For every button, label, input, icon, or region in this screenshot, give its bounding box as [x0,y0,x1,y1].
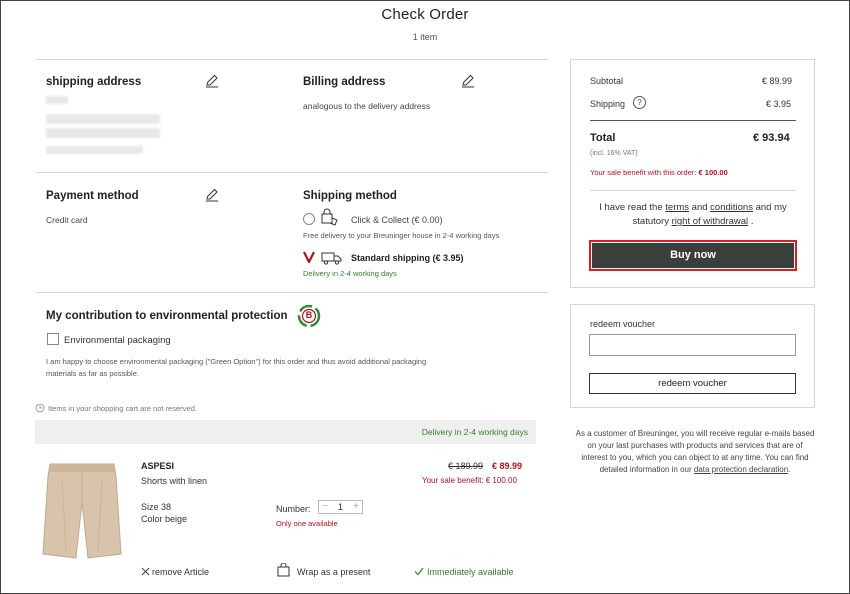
sale-benefit-label: Your sale benefit with this order: [590,168,697,177]
cart-note: Items in your shopping cart are not rese… [48,404,197,413]
product-name[interactable]: Shorts with linen [141,476,207,486]
address-blurred [46,96,68,104]
terms-text-part: statutory [632,216,669,227]
click-collect-radio[interactable] [303,213,315,225]
redeem-voucher-button[interactable]: redeem voucher [589,373,796,394]
divider [35,59,548,60]
divider [35,172,548,173]
billing-address-text: analogous to the delivery address [303,101,431,111]
shipping-address-title: shipping address [46,76,142,88]
edit-payment-icon[interactable] [205,188,219,202]
shipping-label: Shipping [590,99,626,109]
delivery-bar-text: Delivery in 2-4 working days [421,427,528,437]
delivery-truck-icon [321,252,342,265]
standard-shipping-note: Delivery in 2-4 working days [303,269,397,278]
clock-icon [35,403,45,413]
address-blurred [46,146,143,154]
voucher-label: redeem voucher [590,319,656,329]
total-label: Total [590,132,616,144]
delivery-bar: Delivery in 2-4 working days [35,420,536,444]
quantity-stepper[interactable]: − 1 + [318,500,363,514]
remove-article-button[interactable]: remove Article [152,567,209,577]
environment-description-2: materials as far as possible. [46,369,139,378]
shipping-help-icon[interactable]: ? [633,96,646,109]
terms-text-part: and [691,202,708,213]
subtotal-value: € 89.99 [762,76,793,86]
billing-address-title: Billing address [303,76,386,88]
buy-now-button[interactable]: Buy now [592,243,794,268]
summary-divider [590,190,796,191]
product-color: Color beige [141,514,188,524]
terms-text-part: . [750,216,754,227]
total-value: € 93.94 [753,132,790,144]
product-brand: ASPESI [141,461,175,471]
address-blurred [46,128,160,138]
edit-billing-address-icon[interactable] [461,74,475,88]
subtotal-label: Subtotal [590,76,624,86]
environment-description-1: I am happy to choose environmental packa… [46,357,427,366]
wrap-present-button[interactable]: Wrap as a present [297,567,370,577]
payment-method-title: Payment method [46,190,139,202]
sale-benefit-value: € 100.00 [698,168,728,177]
quantity-value: 1 [337,502,343,512]
page-title: Check Order [381,6,469,23]
product-benefit: Your sale benefit: € 100.00 [422,476,517,485]
terms-text: I have read the terms and conditions and… [582,201,804,229]
quantity-label: Number: [276,504,311,514]
shipping-method-title: Shipping method [303,190,397,202]
environment-title: My contribution to environmental protect… [46,310,288,322]
product-price: € 89.99 [492,461,523,471]
address-blurred [46,114,160,124]
payment-method-value: Credit card [46,215,88,225]
product-size: Size 38 [141,502,172,512]
product-old-price: € 189.99 [448,461,484,471]
only-one-available: Only one available [276,519,338,528]
remove-x-icon[interactable] [141,567,150,576]
click-collect-icon [321,208,338,226]
sale-benefit: Your sale benefit with this order: € 100… [590,168,728,177]
gift-bag-icon[interactable] [277,563,290,577]
quantity-decrease-button[interactable]: − [319,500,331,514]
vat-note: (incl. 16% VAT) [590,150,638,157]
edit-shipping-address-icon[interactable] [205,74,219,88]
standard-shipping-label[interactable]: Standard shipping (€ 3.95) [351,253,464,263]
environmental-packaging-checkbox[interactable] [47,333,59,345]
terms-text-part: and my [755,202,787,213]
check-icon [414,567,424,576]
click-collect-note: Free delivery to your Breuninger house i… [303,231,500,240]
conditions-link[interactable]: conditions [710,202,753,213]
item-count: 1 item [412,32,438,42]
click-collect-label[interactable]: Click & Collect (€ 0.00) [351,215,443,225]
shipping-value: € 3.95 [766,99,792,109]
quantity-increase-button[interactable]: + [350,500,362,514]
summary-divider [590,120,796,121]
recycle-badge-letter: B [305,310,313,320]
withdrawal-link[interactable]: right of withdrawal [672,216,749,227]
newsletter-info: As a customer of Breuninger, you will re… [575,428,815,476]
voucher-input[interactable] [589,334,796,356]
selected-check-icon[interactable] [302,250,316,264]
info-text-end: . [788,465,791,474]
terms-text-part: I have read the [599,202,663,213]
data-protection-link[interactable]: data protection declaration [694,465,788,474]
environmental-packaging-label[interactable]: Environmental packaging [64,335,171,346]
availability-status: Immediately available [427,567,514,577]
terms-link[interactable]: terms [665,202,689,213]
divider [35,292,548,293]
product-image[interactable] [42,458,122,566]
recycle-badge: B [297,304,321,328]
